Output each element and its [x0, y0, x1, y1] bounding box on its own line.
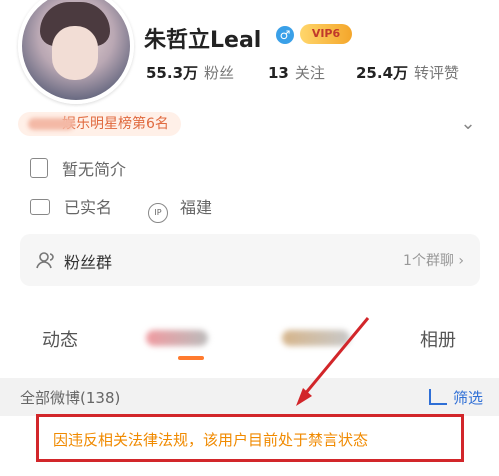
chevron-down-icon[interactable]: ⌄ — [458, 114, 478, 134]
vip-badge-label: VIP6 — [311, 27, 341, 40]
filter-label: 筛选 — [452, 389, 483, 407]
stat-rcl-label: 转评赞 — [414, 64, 460, 82]
verified-row: 已实名 — [30, 194, 112, 218]
filter-icon — [428, 389, 447, 405]
blurred-rank-prefix — [28, 118, 74, 130]
stat-following[interactable]: 13 关注 — [268, 62, 325, 83]
tab-blurred-2[interactable] — [282, 330, 350, 346]
stat-following-label: 关注 — [294, 64, 325, 82]
tab-blurred-1[interactable] — [146, 330, 208, 346]
stat-following-num: 13 — [268, 64, 289, 82]
verified-text: 已实名 — [64, 198, 113, 217]
ip-location-text: 福建 — [180, 198, 213, 217]
fans-group-title: 粉丝群 — [64, 253, 113, 272]
rank-badge[interactable]: 娱乐明星榜第6名 — [18, 112, 181, 136]
people-icon — [36, 252, 54, 269]
all-weibo-count[interactable]: 全部微博(138) — [20, 387, 120, 408]
rank-text: 娱乐明星榜第6名 — [62, 116, 169, 132]
document-icon — [30, 158, 48, 178]
stat-fans[interactable]: 55.3万 粉丝 — [146, 62, 234, 83]
avatar-face-shape — [52, 26, 98, 80]
ban-notice-text: 因违反相关法律法规，该用户目前处于禁言状态 — [53, 431, 369, 449]
id-card-icon — [30, 199, 50, 215]
profile-header: 朱哲立Leal ♂ VIP6 55.3万 粉丝 13 关注 25.4万 转评赞 — [0, 0, 499, 110]
filter-button[interactable]: 筛选 — [428, 387, 483, 408]
profile-tabs: 动态 相册 — [0, 318, 499, 372]
vip-badge[interactable]: VIP6 — [300, 24, 352, 44]
rank-row: 娱乐明星榜第6名 ⌄ — [18, 112, 478, 138]
profile-page: 朱哲立Leal ♂ VIP6 55.3万 粉丝 13 关注 25.4万 转评赞 娱乐明… — [0, 0, 499, 476]
fans-group-card[interactable]: 粉丝群 1个群聊 › — [20, 234, 480, 286]
ip-icon: IP — [148, 203, 168, 223]
ban-notice: 因违反相关法律法规，该用户目前处于禁言状态 — [36, 414, 464, 462]
intro-text: 暂无简介 — [62, 160, 127, 179]
male-icon: ♂ — [276, 26, 294, 44]
tab-album[interactable]: 相册 — [420, 326, 456, 352]
active-tab-underline — [178, 356, 204, 360]
weibo-list-header: 全部微博(138) 筛选 — [0, 378, 499, 416]
fans-group-count: 1个群聊 › — [403, 253, 464, 269]
avatar[interactable] — [18, 0, 134, 104]
intro-row: 暂无简介 — [30, 156, 126, 180]
tab-dynamics[interactable]: 动态 — [42, 326, 78, 352]
ip-location-row: IP 福建 — [148, 194, 212, 223]
stat-fans-num: 55.3万 — [146, 64, 199, 82]
profile-name: 朱哲立Leal — [144, 28, 262, 53]
stat-reposts-comments-likes[interactable]: 25.4万 转评赞 — [356, 62, 459, 83]
stat-rcl-num: 25.4万 — [356, 64, 409, 82]
stat-fans-label: 粉丝 — [204, 64, 235, 82]
